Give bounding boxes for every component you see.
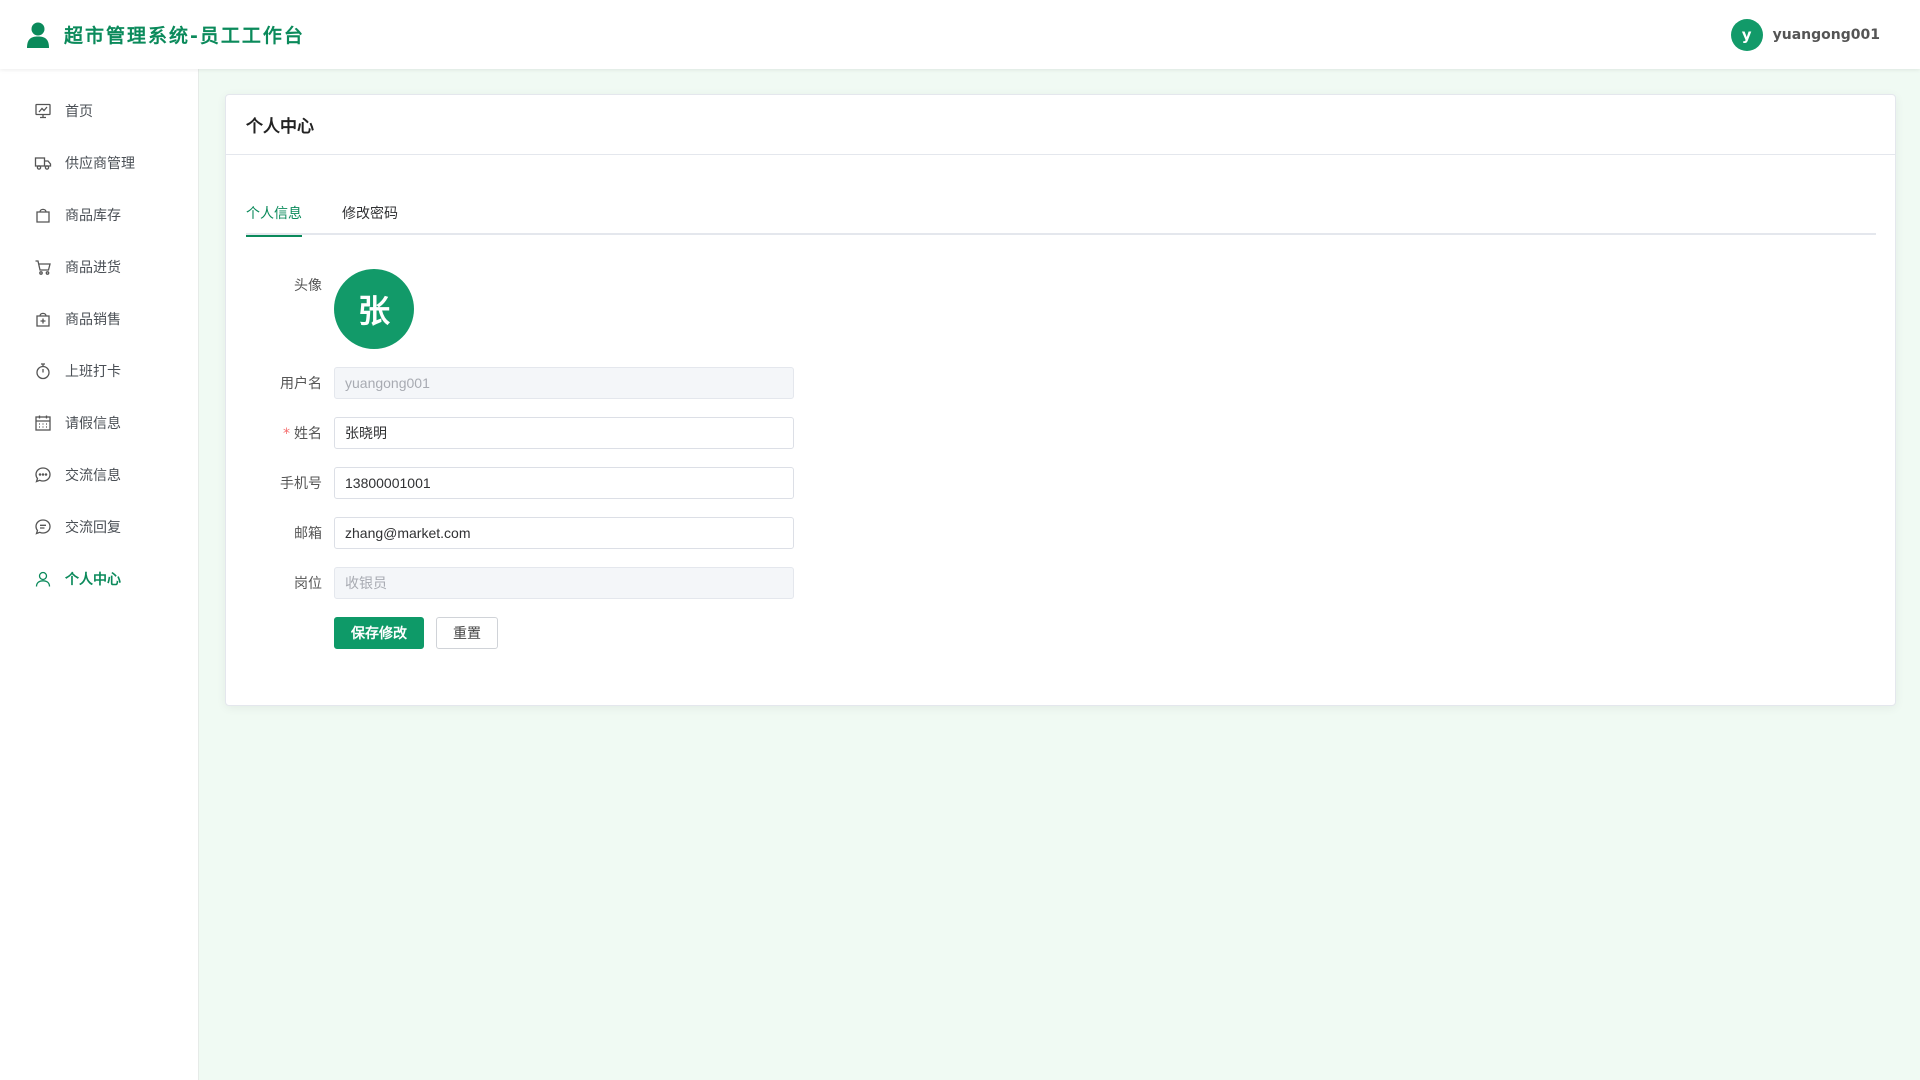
user-icon — [26, 22, 50, 48]
sidebar-item-inventory[interactable]: 商品库存 — [0, 189, 198, 241]
app-title: 超市管理系统-员工工作台 — [64, 25, 305, 47]
position-row: 岗位 — [226, 567, 926, 599]
profile-card: 个人中心 个人信息 修改密码 头像 张 用户名 *姓名 手机号 邮箱 岗位 — [225, 94, 1896, 706]
sidebar-item-purchase[interactable]: 商品进货 — [0, 241, 198, 293]
sidebar-item-label: 上班打卡 — [65, 364, 121, 380]
action-row: 保存修改 重置 — [226, 617, 926, 649]
sidebar-item-home[interactable]: 首页 — [0, 85, 198, 137]
page-title: 个人中心 — [246, 117, 314, 137]
tab-change-password[interactable]: 修改密码 — [342, 203, 398, 235]
tab-bar: 个人信息 修改密码 — [246, 203, 1876, 237]
name-row: * 姓名 — [226, 417, 926, 449]
sidebar-item-label: 个人中心 — [65, 572, 121, 588]
sidebar-item-label: 首页 — [65, 104, 93, 120]
sidebar-item-replies[interactable]: 交流回复 — [0, 501, 198, 553]
top-header: 超市管理系统-员工工作台 y yuangong001 — [0, 0, 1920, 69]
phone-label: 手机号 — [280, 476, 322, 492]
username-label: 用户名 — [280, 376, 322, 392]
required-mark: * — [283, 426, 290, 442]
avatar-label: 头像 — [294, 278, 322, 294]
avatar[interactable]: y — [1730, 18, 1763, 51]
sidebar-item-messages[interactable]: 交流信息 — [0, 449, 198, 501]
username-row: 用户名 — [226, 367, 926, 399]
stopwatch-icon — [34, 362, 52, 380]
sidebar-item-label: 商品进货 — [65, 260, 121, 276]
sidebar-item-label: 商品销售 — [65, 312, 121, 328]
profile-avatar: 张 — [334, 269, 414, 349]
username-label[interactable]: yuangong001 — [1773, 27, 1880, 43]
name-label: * 姓名 — [226, 423, 334, 443]
sidebar-item-suppliers[interactable]: 供应商管理 — [0, 137, 198, 189]
phone-row: 手机号 — [226, 467, 926, 499]
sidebar-item-leave[interactable]: 请假信息 — [0, 397, 198, 449]
brand: 超市管理系统-员工工作台 — [26, 21, 305, 48]
email-label: 邮箱 — [294, 526, 322, 542]
truck-icon — [34, 154, 52, 172]
username-input — [334, 367, 794, 399]
sidebar: 首页 供应商管理 商品库存 商品进货 商品销售 上班打卡 请假信息 交流信息 交… — [0, 69, 199, 1080]
sidebar-item-label: 请假信息 — [65, 416, 121, 432]
user-icon — [34, 570, 52, 588]
avatar-row: 头像 张 — [226, 269, 926, 349]
card-header: 个人中心 — [226, 95, 1895, 155]
name-input[interactable] — [334, 417, 794, 449]
sidebar-item-label: 交流回复 — [65, 520, 121, 536]
sidebar-item-label: 供应商管理 — [65, 156, 135, 172]
email-input[interactable] — [334, 517, 794, 549]
bag-add-icon — [34, 310, 52, 328]
sidebar-item-label: 商品库存 — [65, 208, 121, 224]
sidebar-item-checkin[interactable]: 上班打卡 — [0, 345, 198, 397]
phone-input[interactable] — [334, 467, 794, 499]
save-button[interactable]: 保存修改 — [334, 617, 424, 649]
chat-line-icon — [34, 518, 52, 536]
position-input — [334, 567, 794, 599]
email-row: 邮箱 — [226, 517, 926, 549]
position-label: 岗位 — [294, 576, 322, 592]
name-label-text: 姓名 — [294, 426, 322, 442]
dashboard-icon — [34, 102, 52, 120]
sidebar-item-label: 交流信息 — [65, 468, 121, 484]
chat-dot-icon — [34, 466, 52, 484]
shopping-cart-icon — [34, 258, 52, 276]
reset-button[interactable]: 重置 — [436, 617, 498, 649]
tab-personal-info[interactable]: 个人信息 — [246, 203, 302, 237]
calendar-icon — [34, 414, 52, 432]
user-menu[interactable]: y yuangong001 — [1730, 18, 1880, 51]
sidebar-item-profile[interactable]: 个人中心 — [0, 553, 198, 605]
sidebar-item-sales[interactable]: 商品销售 — [0, 293, 198, 345]
shopping-bag-icon — [34, 206, 52, 224]
